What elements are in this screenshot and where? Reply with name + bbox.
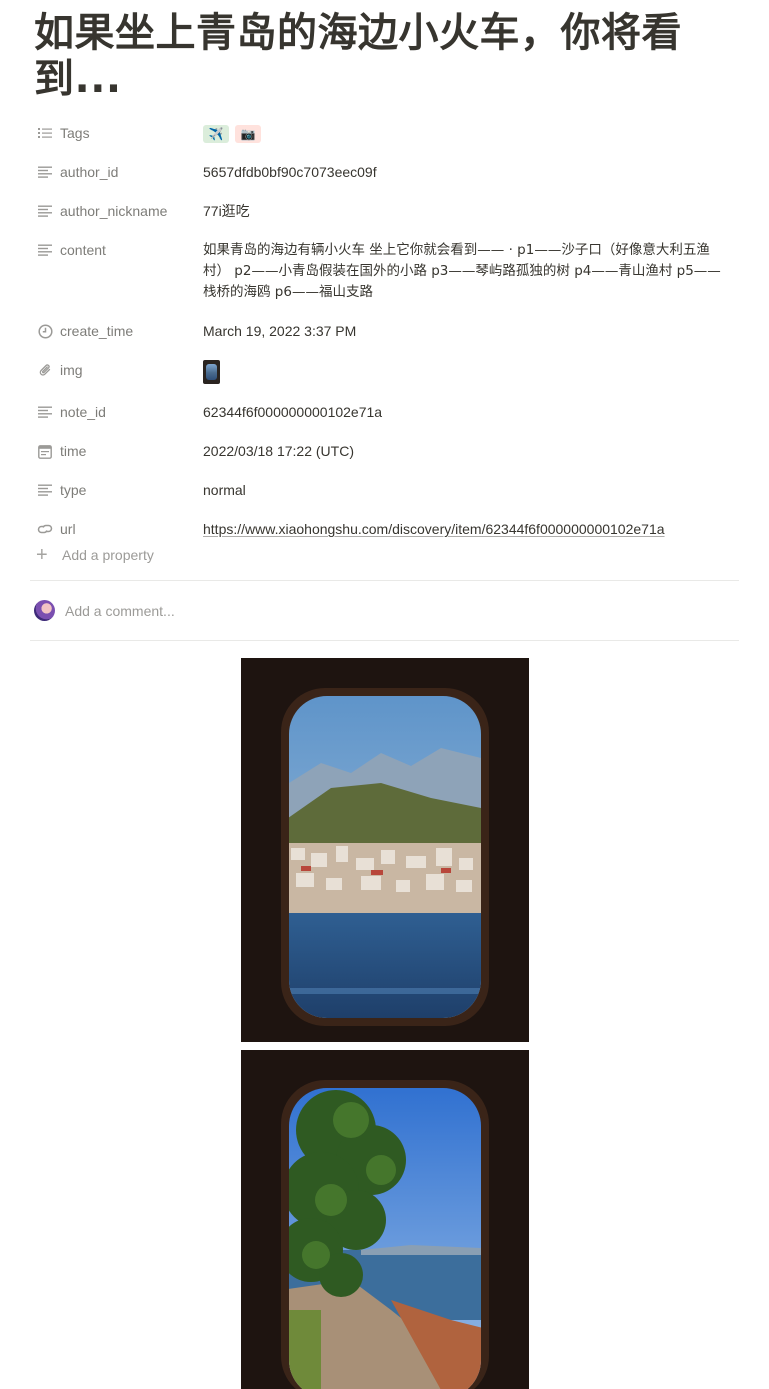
property-label-time[interactable]: time — [30, 432, 200, 470]
property-label-content[interactable]: content — [30, 231, 200, 269]
property-row-content: content 如果青岛的海边有辆小火车 坐上它你就会看到—— · p1——沙子… — [30, 231, 740, 312]
property-value-author-id[interactable]: 5657dfdb0bf90c7073eec09f — [200, 153, 740, 192]
property-value-time[interactable]: 2022/03/18 17:22 (UTC) — [200, 432, 740, 471]
property-label-text: img — [60, 362, 83, 378]
text-icon — [34, 161, 56, 183]
page-title[interactable]: 如果坐上青岛的海边小火车，你将看到... — [34, 10, 734, 102]
camera-icon: 📷 — [240, 127, 256, 142]
property-label-note-id[interactable]: note_id — [30, 393, 200, 431]
photo-coastal-town — [241, 658, 529, 1042]
property-label-img[interactable]: img — [30, 351, 200, 389]
text-icon — [34, 239, 56, 261]
property-row-author-nickname: author_nickname 77i逛吃 — [30, 192, 740, 231]
photo-tree-coast — [241, 1050, 529, 1389]
property-row-note-id: note_id 62344f6f000000000102e71a — [30, 393, 740, 432]
plus-icon: + — [36, 544, 48, 566]
property-row-url: url https://www.xiaohongshu.com/discover… — [30, 510, 740, 549]
property-label-author-id[interactable]: author_id — [30, 153, 200, 191]
property-label-text: create_time — [60, 323, 134, 339]
property-value-create-time[interactable]: March 19, 2022 3:37 PM — [200, 312, 740, 351]
property-label-text: time — [60, 443, 87, 459]
property-row-time: time 2022/03/18 17:22 (UTC) — [30, 432, 740, 471]
property-label-type[interactable]: type — [30, 471, 200, 509]
property-value-img[interactable] — [200, 351, 740, 393]
property-label-tags[interactable]: Tags — [30, 114, 200, 152]
text-icon — [34, 401, 56, 423]
clock-icon — [34, 320, 56, 342]
text-icon — [34, 479, 56, 501]
property-label-text: content — [60, 242, 106, 258]
airplane-icon: ✈️ — [208, 127, 224, 142]
url-link[interactable]: https://www.xiaohongshu.com/discovery/it… — [203, 521, 665, 537]
tag-camera[interactable]: 📷 — [235, 125, 261, 144]
property-value-author-nickname[interactable]: 77i逛吃 — [200, 192, 740, 231]
property-label-create-time[interactable]: create_time — [30, 312, 200, 350]
image-thumbnail[interactable] — [203, 360, 220, 384]
property-row-img: img — [30, 351, 740, 393]
calendar-icon — [34, 440, 56, 462]
property-label-text: author_nickname — [60, 203, 168, 219]
property-label-text: note_id — [60, 404, 106, 420]
tag-airplane[interactable]: ✈️ — [203, 125, 229, 144]
property-row-tags: Tags ✈️ 📷 — [30, 114, 740, 153]
property-label-text: type — [60, 482, 87, 498]
property-label-author-nickname[interactable]: author_nickname — [30, 192, 200, 230]
property-value-content[interactable]: 如果青岛的海边有辆小火车 坐上它你就会看到—— · p1——沙子口（好像意大利五… — [200, 231, 740, 312]
add-property-button[interactable]: + Add a property — [36, 545, 154, 565]
add-property-label: Add a property — [62, 547, 154, 563]
property-value-tags[interactable]: ✈️ 📷 — [200, 114, 740, 153]
property-row-author-id: author_id 5657dfdb0bf90c7073eec09f — [30, 153, 740, 192]
avatar — [34, 600, 55, 621]
property-value-type[interactable]: normal — [200, 471, 740, 510]
divider — [30, 580, 739, 581]
property-label-text: Tags — [60, 125, 90, 141]
property-label-text: author_id — [60, 164, 119, 180]
list-icon — [34, 122, 56, 144]
properties-panel: Tags ✈️ 📷 author_id 5657dfdb0bf90c7073eec… — [30, 114, 740, 549]
content-text: 如果青岛的海边有辆小火车 坐上它你就会看到—— · p1——沙子口（好像意大利五… — [203, 242, 721, 300]
property-label-text: url — [60, 521, 76, 537]
paperclip-icon — [34, 359, 56, 381]
divider — [30, 640, 739, 641]
comment-input[interactable]: Add a comment... — [65, 603, 175, 619]
text-icon — [34, 200, 56, 222]
property-value-note-id[interactable]: 62344f6f000000000102e71a — [200, 393, 740, 432]
comment-row[interactable]: Add a comment... — [34, 600, 175, 621]
property-label-url[interactable]: url — [30, 510, 200, 548]
property-row-type: type normal — [30, 471, 740, 510]
link-icon — [34, 518, 56, 540]
property-value-url[interactable]: https://www.xiaohongshu.com/discovery/it… — [200, 510, 740, 549]
property-row-create-time: create_time March 19, 2022 3:37 PM — [30, 312, 740, 351]
